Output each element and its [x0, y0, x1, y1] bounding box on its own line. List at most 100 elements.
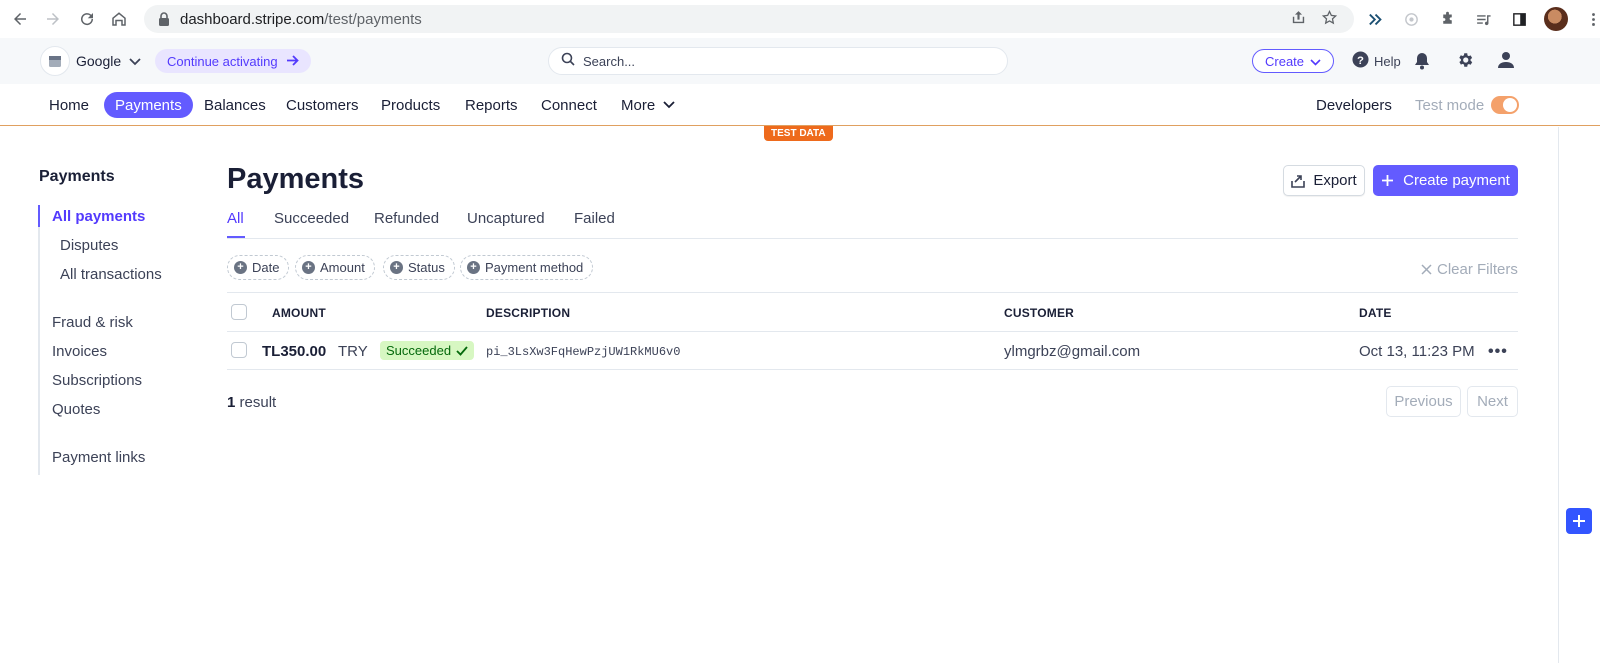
filters-divider — [227, 292, 1518, 293]
column-header-date[interactable]: DATE — [1359, 306, 1392, 320]
test-mode-toggle[interactable] — [1491, 96, 1519, 114]
chevron-down-icon — [129, 53, 141, 69]
tabs-divider — [227, 238, 1518, 239]
row-description: pi_3LsXw3FqHewPzjUW1RkMU6v0 — [486, 345, 681, 359]
create-label: Create — [1265, 53, 1305, 69]
nav-payments[interactable]: Payments — [104, 92, 193, 118]
sidebar-active-indicator — [38, 205, 40, 227]
right-panel-divider — [1558, 127, 1559, 663]
sidebar-item-invoices[interactable]: Invoices — [52, 343, 107, 360]
sidebar-rule — [38, 205, 40, 475]
sidebar-item-disputes[interactable]: Disputes — [60, 237, 118, 254]
help-button[interactable]: ? Help — [1352, 51, 1401, 71]
extensions-puzzle-icon[interactable] — [1436, 8, 1458, 30]
bookmark-star-icon[interactable] — [1321, 9, 1338, 30]
account-name: Google — [76, 53, 122, 69]
tab-failed[interactable]: Failed — [574, 210, 615, 227]
nav-more-label: More — [621, 96, 656, 114]
add-filter-icon: + — [390, 261, 403, 274]
sidebar-item-payment-links[interactable]: Payment links — [52, 449, 145, 466]
column-header-amount[interactable]: AMOUNT — [272, 306, 326, 320]
nav-customers[interactable]: Customers — [275, 92, 370, 118]
quick-add-button[interactable] — [1566, 508, 1592, 534]
continue-activating-button[interactable]: Continue activating — [155, 49, 311, 73]
back-icon[interactable] — [9, 8, 31, 30]
tab-refunded[interactable]: Refunded — [374, 210, 439, 227]
sidebar-item-all-payments[interactable]: All payments — [52, 208, 145, 225]
browser-toolbar: dashboard.stripe.com/test/payments — [0, 0, 1600, 38]
export-label: Export — [1313, 172, 1357, 189]
sidebar-item-quotes[interactable]: Quotes — [52, 401, 100, 418]
chevron-down-icon — [1310, 54, 1321, 69]
filter-status[interactable]: + Status — [383, 255, 455, 280]
create-menu-button[interactable]: Create — [1252, 49, 1335, 73]
row-currency: TRY — [338, 343, 368, 360]
row-checkbox[interactable] — [231, 342, 247, 358]
home-icon[interactable] — [108, 8, 130, 30]
filter-payment-method-label: Payment method — [485, 260, 584, 275]
add-filter-icon: + — [234, 261, 247, 274]
add-filter-icon: + — [302, 261, 315, 274]
status-label: Succeeded — [386, 343, 452, 358]
sidebar-item-fraud-risk[interactable]: Fraud & risk — [52, 314, 133, 331]
search-bar[interactable] — [548, 47, 1008, 75]
address-bar[interactable]: dashboard.stripe.com/test/payments — [144, 5, 1354, 33]
result-count-label: result — [239, 394, 277, 411]
nav-connect[interactable]: Connect — [530, 92, 608, 118]
nav-balances[interactable]: Balances — [193, 92, 277, 118]
plus-icon — [1572, 514, 1586, 528]
sidebar-item-all-transactions[interactable]: All transactions — [60, 266, 162, 283]
previous-page-button[interactable]: Previous — [1386, 386, 1461, 417]
account-store-icon[interactable] — [40, 46, 70, 76]
status-badge: Succeeded — [380, 341, 475, 360]
share-icon[interactable] — [1290, 9, 1307, 30]
nav-home[interactable]: Home — [38, 92, 100, 118]
settings-gear-icon[interactable] — [1456, 51, 1474, 74]
result-count: 1 result — [227, 394, 276, 411]
filter-amount-label: Amount — [320, 260, 365, 275]
profile-avatar[interactable] — [1544, 7, 1568, 31]
extension-spinner-icon[interactable] — [1400, 8, 1422, 30]
row-date: Oct 13, 11:23 PM — [1359, 343, 1475, 360]
search-icon — [561, 52, 575, 71]
row-actions-icon[interactable]: ••• — [1488, 343, 1508, 361]
search-input[interactable] — [583, 53, 983, 69]
user-account-icon[interactable] — [1497, 51, 1515, 74]
svg-text:?: ? — [1357, 55, 1364, 67]
nav-more[interactable]: More — [610, 92, 686, 118]
create-payment-button[interactable]: Create payment — [1373, 165, 1518, 196]
filter-date[interactable]: + Date — [227, 255, 290, 280]
nav-products[interactable]: Products — [370, 92, 451, 118]
tab-succeeded[interactable]: Succeeded — [274, 210, 349, 227]
extension-chevrons-icon[interactable] — [1364, 8, 1386, 30]
tab-all[interactable]: All — [227, 210, 244, 227]
media-queue-icon[interactable] — [1472, 8, 1494, 30]
url-path: /test/payments — [324, 10, 422, 28]
row-amount: TL350.00 — [262, 343, 327, 360]
forward-icon[interactable] — [42, 8, 64, 30]
account-switcher[interactable]: Google — [76, 53, 141, 69]
select-all-checkbox[interactable] — [231, 304, 247, 320]
table-header-divider — [227, 331, 1518, 332]
browser-menu-icon[interactable] — [1582, 8, 1600, 30]
reload-icon[interactable] — [76, 8, 98, 30]
page-title: Payments — [227, 163, 365, 195]
next-page-button[interactable]: Next — [1467, 386, 1518, 417]
notifications-bell-icon[interactable] — [1414, 52, 1430, 75]
activate-label: Continue activating — [167, 53, 278, 69]
clear-filters-button[interactable]: Clear Filters — [1421, 261, 1518, 278]
nav-reports[interactable]: Reports — [454, 92, 529, 118]
sidebar-item-subscriptions[interactable]: Subscriptions — [52, 372, 142, 389]
column-header-customer: CUSTOMER — [1004, 306, 1075, 320]
export-button[interactable]: Export — [1283, 165, 1365, 196]
tab-uncaptured[interactable]: Uncaptured — [467, 210, 545, 227]
developers-link[interactable]: Developers — [1316, 97, 1392, 114]
side-panel-icon[interactable] — [1508, 8, 1530, 30]
filter-payment-method[interactable]: + Payment method — [460, 255, 594, 280]
filter-amount[interactable]: + Amount — [295, 255, 375, 280]
filter-date-label: Date — [252, 260, 280, 275]
chevron-down-icon — [663, 101, 675, 109]
url-host: dashboard.stripe.com — [180, 10, 325, 28]
test-mode-label: Test mode — [1415, 97, 1485, 114]
table-row-divider — [227, 369, 1518, 370]
